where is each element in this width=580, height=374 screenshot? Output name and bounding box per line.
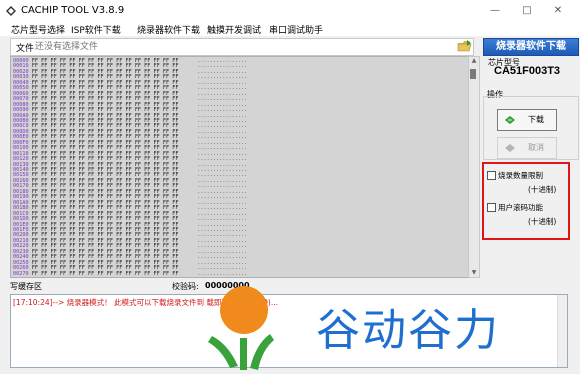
user-encrypt-label: 用户滚码功能 <box>498 203 543 212</box>
menu-burner-download[interactable]: 烧录器软件下载 <box>137 23 200 36</box>
watermark-logo-icon <box>208 286 274 370</box>
file-path-input[interactable] <box>35 39 455 55</box>
open-folder-icon[interactable] <box>456 38 474 54</box>
user-encrypt-checkbox[interactable] <box>487 203 496 212</box>
burn-limit-hint: (十进制) <box>528 185 557 194</box>
panel-title: 烧录器软件下载 <box>483 38 579 56</box>
minimize-button[interactable]: — <box>484 3 506 19</box>
hex-scrollbar[interactable]: ▲ ▼ <box>468 56 480 278</box>
burn-limit-checkbox[interactable] <box>487 171 496 180</box>
download-button[interactable]: 下载 <box>497 109 557 131</box>
cancel-label: 取消 <box>528 143 544 152</box>
user-encrypt-hint: (十进制) <box>528 217 557 226</box>
file-label: 文件 <box>16 44 35 54</box>
app-logo-icon <box>6 6 16 16</box>
menu-serial-assistant[interactable]: 串口调试助手 <box>269 23 323 36</box>
hex-address: 00270 <box>13 270 32 277</box>
window-title: CACHIP TOOL V3.8.9 <box>21 5 125 16</box>
download-icon <box>505 116 515 124</box>
scroll-thumb[interactable] <box>470 69 476 79</box>
menu-chip-select[interactable]: 芯片型号选择 <box>11 23 65 36</box>
hex-buffer-view[interactable]: 00000 FF FF FF FF FF FF FF FF FF FF FF F… <box>10 56 470 278</box>
hex-bytes: FF FF FF FF FF FF FF FF FF FF FF FF FF F… <box>31 270 198 277</box>
chip-model-value: CA51F003T3 <box>494 65 561 77</box>
scroll-down-icon[interactable]: ▼ <box>469 269 479 277</box>
maximize-button[interactable]: □ <box>516 3 538 19</box>
watermark-text: 谷动谷力 <box>316 305 500 356</box>
buffer-status-label: 写缓存区 <box>10 282 42 291</box>
log-scrollbar[interactable] <box>557 295 567 367</box>
menu-bar: 芯片型号选择 ISP软件下载 烧录器软件下载 触摸开发调试 串口调试助手 <box>0 22 580 36</box>
cancel-button[interactable]: 取消 <box>497 137 557 159</box>
menu-isp-download[interactable]: ISP软件下载 <box>71 23 121 36</box>
checksum-label: 校验码: <box>172 282 199 291</box>
cancel-icon <box>505 144 515 152</box>
hex-ascii: ................ <box>197 270 248 277</box>
hex-row: 00270 FF FF FF FF FF FF FF FF FF FF FF F… <box>13 271 247 277</box>
download-label: 下载 <box>528 115 544 124</box>
burn-limit-label: 烧录数量限制 <box>498 171 543 180</box>
menu-touch-debug[interactable]: 触摸开发调试 <box>207 23 261 36</box>
file-row: 文件 <box>10 38 474 56</box>
scroll-up-icon[interactable]: ▲ <box>469 57 479 65</box>
title-bar: CACHIP TOOL V3.8.9 — □ ✕ <box>0 0 580 22</box>
close-button[interactable]: ✕ <box>547 3 569 19</box>
